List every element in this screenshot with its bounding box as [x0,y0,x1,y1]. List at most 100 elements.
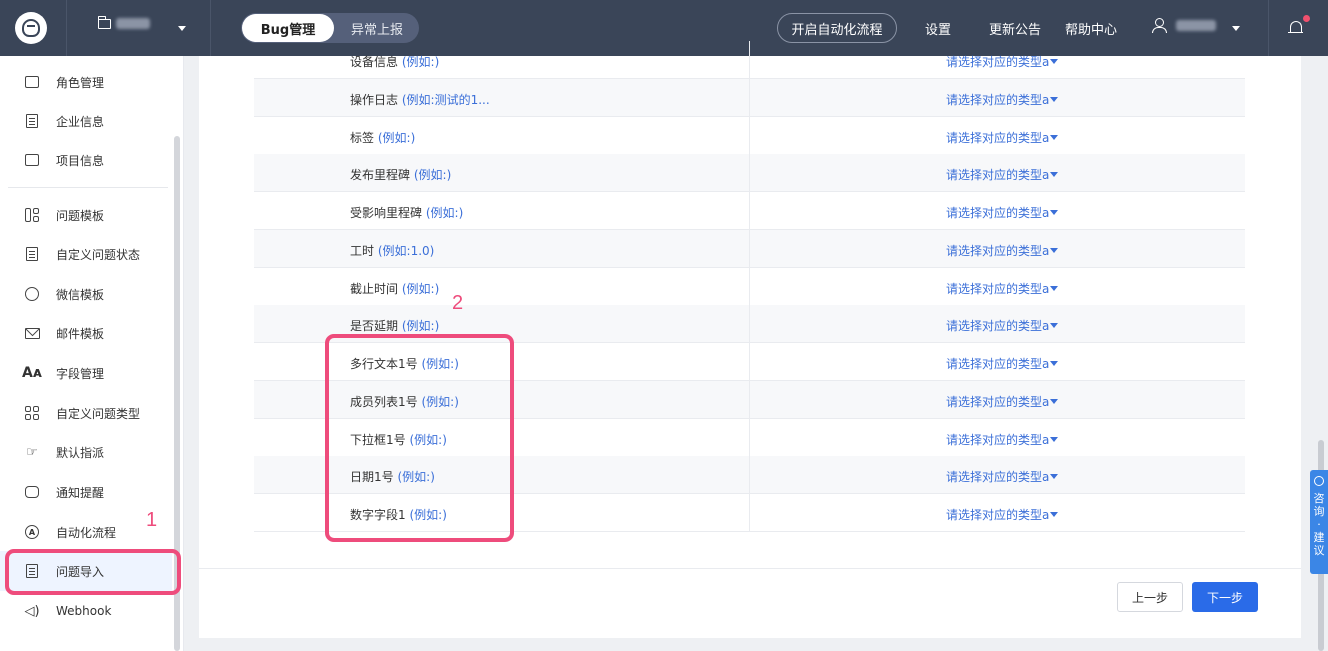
sidebar-item-label: 默认指派 [56,445,105,460]
caret-down-icon [1050,97,1059,102]
nav-settings[interactable]: 设置 [925,19,951,38]
sidebar-item-wechat-template[interactable]: 微信模板 [0,274,172,314]
caret-down-icon [1050,323,1059,328]
sidebar-item-webhook[interactable]: ◁) Webhook [0,591,172,631]
chevron-down-icon[interactable] [178,26,186,31]
building-icon [24,113,40,129]
app-logo[interactable] [15,12,47,44]
type-select-dropdown[interactable]: 请选择对应的类型a [946,431,1059,448]
annotation-box-1 [5,549,181,595]
field-name: 工时 (例如:1.0) [350,242,434,259]
sidebar-item-custom-type[interactable]: 自定义问题类型 [0,393,172,433]
type-select-dropdown[interactable]: 请选择对应的类型a [946,53,1059,70]
feedback-char: 议 [1313,544,1325,557]
table-row: 发布里程碑 (例如:) 请选择对应的类型a [254,154,1245,192]
field-name: 是否延期 (例如:) [350,317,439,334]
sidebar-item-custom-status[interactable]: 自定义问题状态 [0,234,172,274]
field-example: (例如:1.0) [377,244,435,258]
field-example: (例如:测试的1... [401,93,490,107]
sidebar-item-label: 邮件模板 [56,326,105,341]
table-row: 截止时间 (例如:) 请选择对应的类型a [254,268,1245,306]
sidebar-item-label: 自定义问题状态 [56,247,141,262]
notification-icon [24,484,40,500]
sidebar-item-roles[interactable]: 角色管理 [0,62,172,102]
table-row: 操作日志 (例如:测试的1... 请选择对应的类型a [254,79,1245,117]
caret-down-icon [1050,59,1059,64]
caret-down-icon [1050,286,1059,291]
type-select-placeholder: 请选择对应的类型a [946,508,1050,522]
annotation-label-1: 1 [146,509,158,531]
enable-automation-button[interactable]: 开启自动化流程 [777,13,897,43]
chevron-down-icon[interactable] [1232,26,1240,31]
field-name: 发布里程碑 (例如:) [350,166,451,183]
bug-logo-icon [22,19,40,37]
user-name-redacted [1176,19,1216,31]
sidebar-divider [8,187,168,188]
type-select-dropdown[interactable]: 请选择对应的类型a [946,317,1059,334]
column-divider [749,79,750,117]
type-select-dropdown[interactable]: 请选择对应的类型a [946,204,1059,221]
feedback-tab[interactable]: 咨 询 · 建 议 [1310,470,1328,574]
caret-down-icon [1050,135,1059,140]
type-select-placeholder: 请选择对应的类型a [946,244,1050,258]
sidebar-item-field-management[interactable]: Aᴀ 字段管理 [0,353,172,393]
grid-icon [24,405,40,421]
tab-exception-report[interactable]: 异常上报 [337,14,417,42]
field-label: 发布里程碑 [350,168,411,182]
type-select-placeholder: 请选择对应的类型a [946,55,1050,69]
hand-icon: ☞ [26,444,38,460]
sidebar-item-notification[interactable]: 通知提醒 [0,472,172,512]
sidebar-item-label: 项目信息 [56,153,105,168]
field-name: 受影响里程碑 (例如:) [350,204,463,221]
type-select-dropdown[interactable]: 请选择对应的类型a [946,166,1059,183]
tab-bug-management[interactable]: Bug管理 [242,14,334,42]
field-label: 工时 [350,244,375,258]
next-step-button[interactable]: 下一步 [1192,582,1258,612]
caret-down-icon [1050,172,1059,177]
bell-icon[interactable] [1288,19,1304,37]
folder-icon [24,152,40,168]
sidebar-item-issue-template[interactable]: 问题模板 [0,195,172,235]
table-row: 设备信息 (例如:) 请选择对应的类型a [254,41,1245,79]
feedback-char: 建 [1313,531,1325,544]
sidebar-item-label: 通知提醒 [56,485,105,500]
type-select-placeholder: 请选择对应的类型a [946,168,1050,182]
project-selector[interactable] [97,15,150,29]
type-select-placeholder: 请选择对应的类型a [946,395,1050,409]
type-select-placeholder: 请选择对应的类型a [946,93,1050,107]
column-divider [749,41,750,79]
mode-switch: Bug管理 异常上报 [241,13,419,43]
field-label: 设备信息 [350,55,399,69]
column-divider [749,192,750,230]
previous-step-button[interactable]: 上一步 [1117,582,1183,612]
type-select-dropdown[interactable]: 请选择对应的类型a [946,242,1059,259]
type-select-dropdown[interactable]: 请选择对应的类型a [946,355,1059,372]
field-example: (例如:) [401,282,440,296]
nav-help-center[interactable]: 帮助中心 [1065,19,1117,38]
type-select-placeholder: 请选择对应的类型a [946,357,1050,371]
type-select-placeholder: 请选择对应的类型a [946,206,1050,220]
sidebar-item-company[interactable]: 企业信息 [0,101,172,141]
type-select-dropdown[interactable]: 请选择对应的类型a [946,506,1059,523]
type-select-dropdown[interactable]: 请选择对应的类型a [946,129,1059,146]
field-label: 操作日志 [350,93,399,107]
type-select-placeholder: 请选择对应的类型a [946,433,1050,447]
type-select-dropdown[interactable]: 请选择对应的类型a [946,393,1059,410]
sidebar-item-label: 字段管理 [56,366,105,381]
notification-dot [1303,15,1310,22]
divider [1268,0,1269,56]
type-select-dropdown[interactable]: 请选择对应的类型a [946,468,1059,485]
type-select-dropdown[interactable]: 请选择对应的类型a [946,91,1059,108]
column-divider [749,494,750,532]
user-menu[interactable] [1152,18,1216,33]
table-row: 工时 (例如:1.0) 请选择对应的类型a [254,230,1245,268]
sidebar-item-default-assign[interactable]: ☞ 默认指派 [0,432,172,472]
type-select-dropdown[interactable]: 请选择对应的类型a [946,280,1059,297]
caret-down-icon [1050,248,1059,253]
font-icon: Aᴀ [22,365,42,381]
nav-release-notes[interactable]: 更新公告 [989,19,1041,38]
sidebar-item-mail-template[interactable]: 邮件模板 [0,313,172,353]
column-divider [749,268,750,306]
sidebar-item-project[interactable]: 项目信息 [0,140,172,180]
layout-icon [24,207,40,223]
